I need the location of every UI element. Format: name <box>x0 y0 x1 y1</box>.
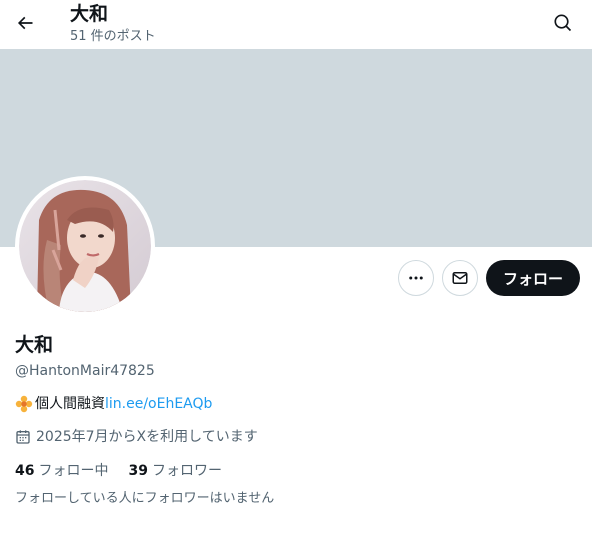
avatar[interactable] <box>15 176 155 316</box>
search-icon <box>554 14 572 32</box>
more-icon <box>409 276 423 280</box>
profile-actions: フォロー <box>398 260 580 296</box>
joined-text: 2025年7月からXを利用しています <box>36 429 258 445</box>
calendar-icon <box>15 429 31 445</box>
joined-date: 2025年7月からXを利用しています <box>15 427 258 447</box>
follow-button[interactable]: フォロー <box>486 260 580 296</box>
mail-icon <box>452 272 468 284</box>
followers-count: 39 <box>128 463 148 479</box>
search-button[interactable] <box>546 6 580 40</box>
following-label: フォロー中 <box>38 463 109 479</box>
follow-stats: 46 フォロー中 39 フォロワー <box>15 461 222 481</box>
followers-you-know: フォローしている人にフォロワーはいません <box>15 491 275 506</box>
flower-icon <box>15 395 33 413</box>
following-count: 46 <box>15 463 35 479</box>
bio-text: 個人間融資 <box>35 396 105 412</box>
back-arrow-icon <box>17 16 33 30</box>
avatar-image <box>19 180 151 312</box>
followers-label: フォロワー <box>151 463 222 479</box>
user-handle: @HantonMair47825 <box>15 363 155 379</box>
page-title: 大和 <box>70 3 109 25</box>
bio-link[interactable]: lin.ee/oEhEAQb <box>105 394 212 414</box>
display-name: 大和 <box>15 334 54 356</box>
more-button[interactable] <box>398 260 434 296</box>
top-bar: 大和 51 件のポスト <box>0 0 592 49</box>
following-link[interactable]: 46 フォロー中 <box>15 461 108 481</box>
followers-link[interactable]: 39 フォロワー <box>128 461 221 481</box>
back-button[interactable] <box>8 6 42 40</box>
bio: 個人間融資 lin.ee/oEhEAQb <box>15 394 212 414</box>
message-button[interactable] <box>442 260 478 296</box>
post-count: 51 件のポスト <box>70 29 156 44</box>
